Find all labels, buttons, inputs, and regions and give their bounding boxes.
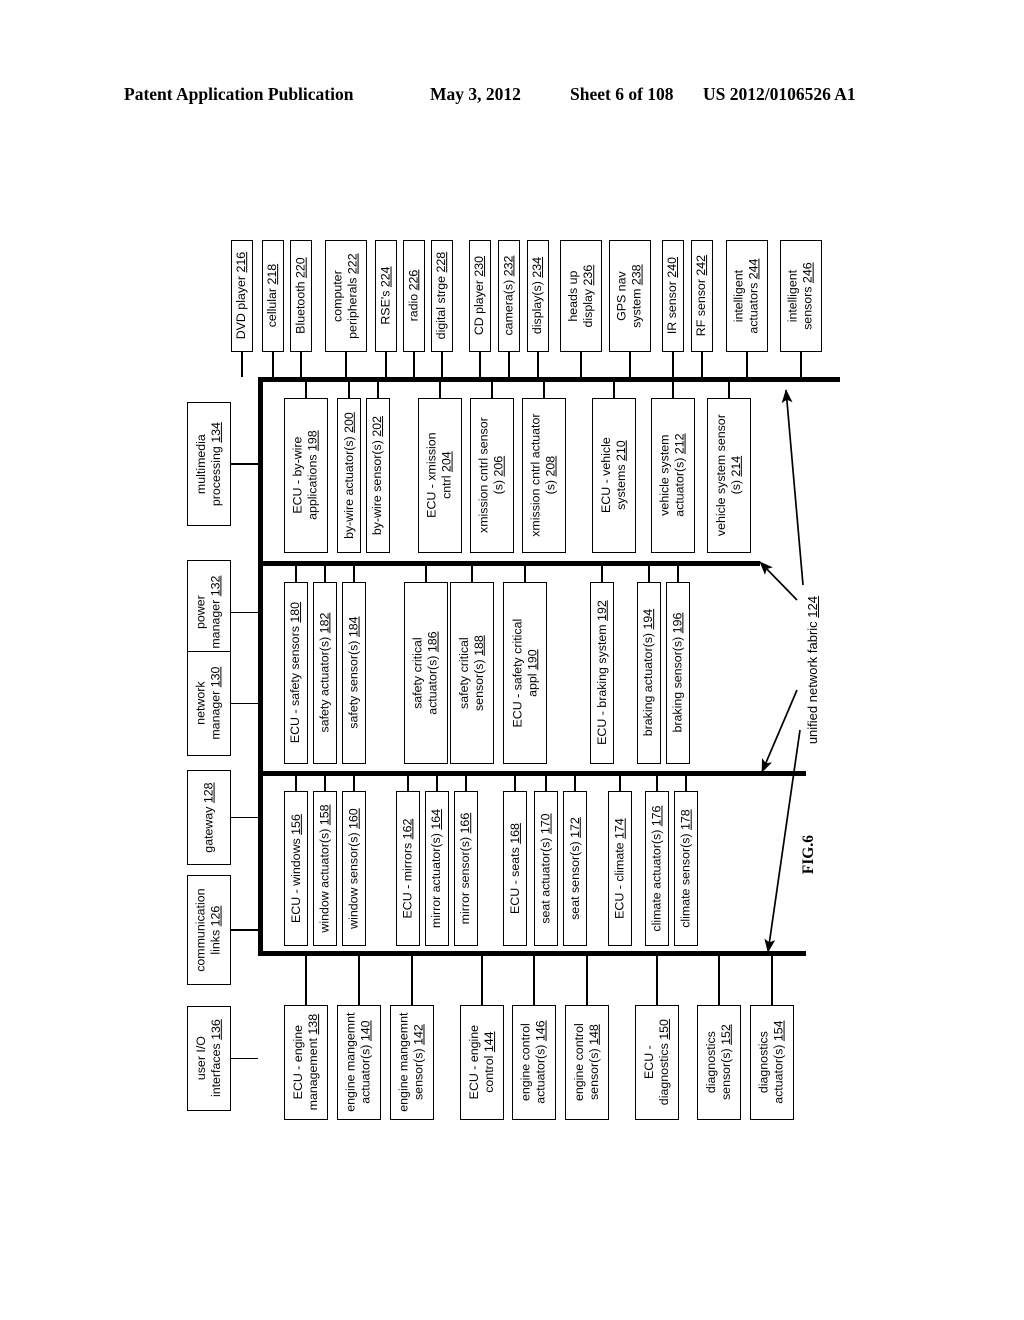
unified-network-fabric-label: unified network fabric 124 bbox=[805, 596, 953, 744]
figure-number: FIG.6 bbox=[800, 835, 817, 875]
fabric-label-text: unified network fabric bbox=[805, 621, 820, 745]
leader-arrows bbox=[759, 389, 804, 953]
fabric-label-number: 124 bbox=[805, 596, 820, 618]
patent-figure-sheet: Patent Application Publication May 3, 20… bbox=[0, 0, 1024, 1320]
